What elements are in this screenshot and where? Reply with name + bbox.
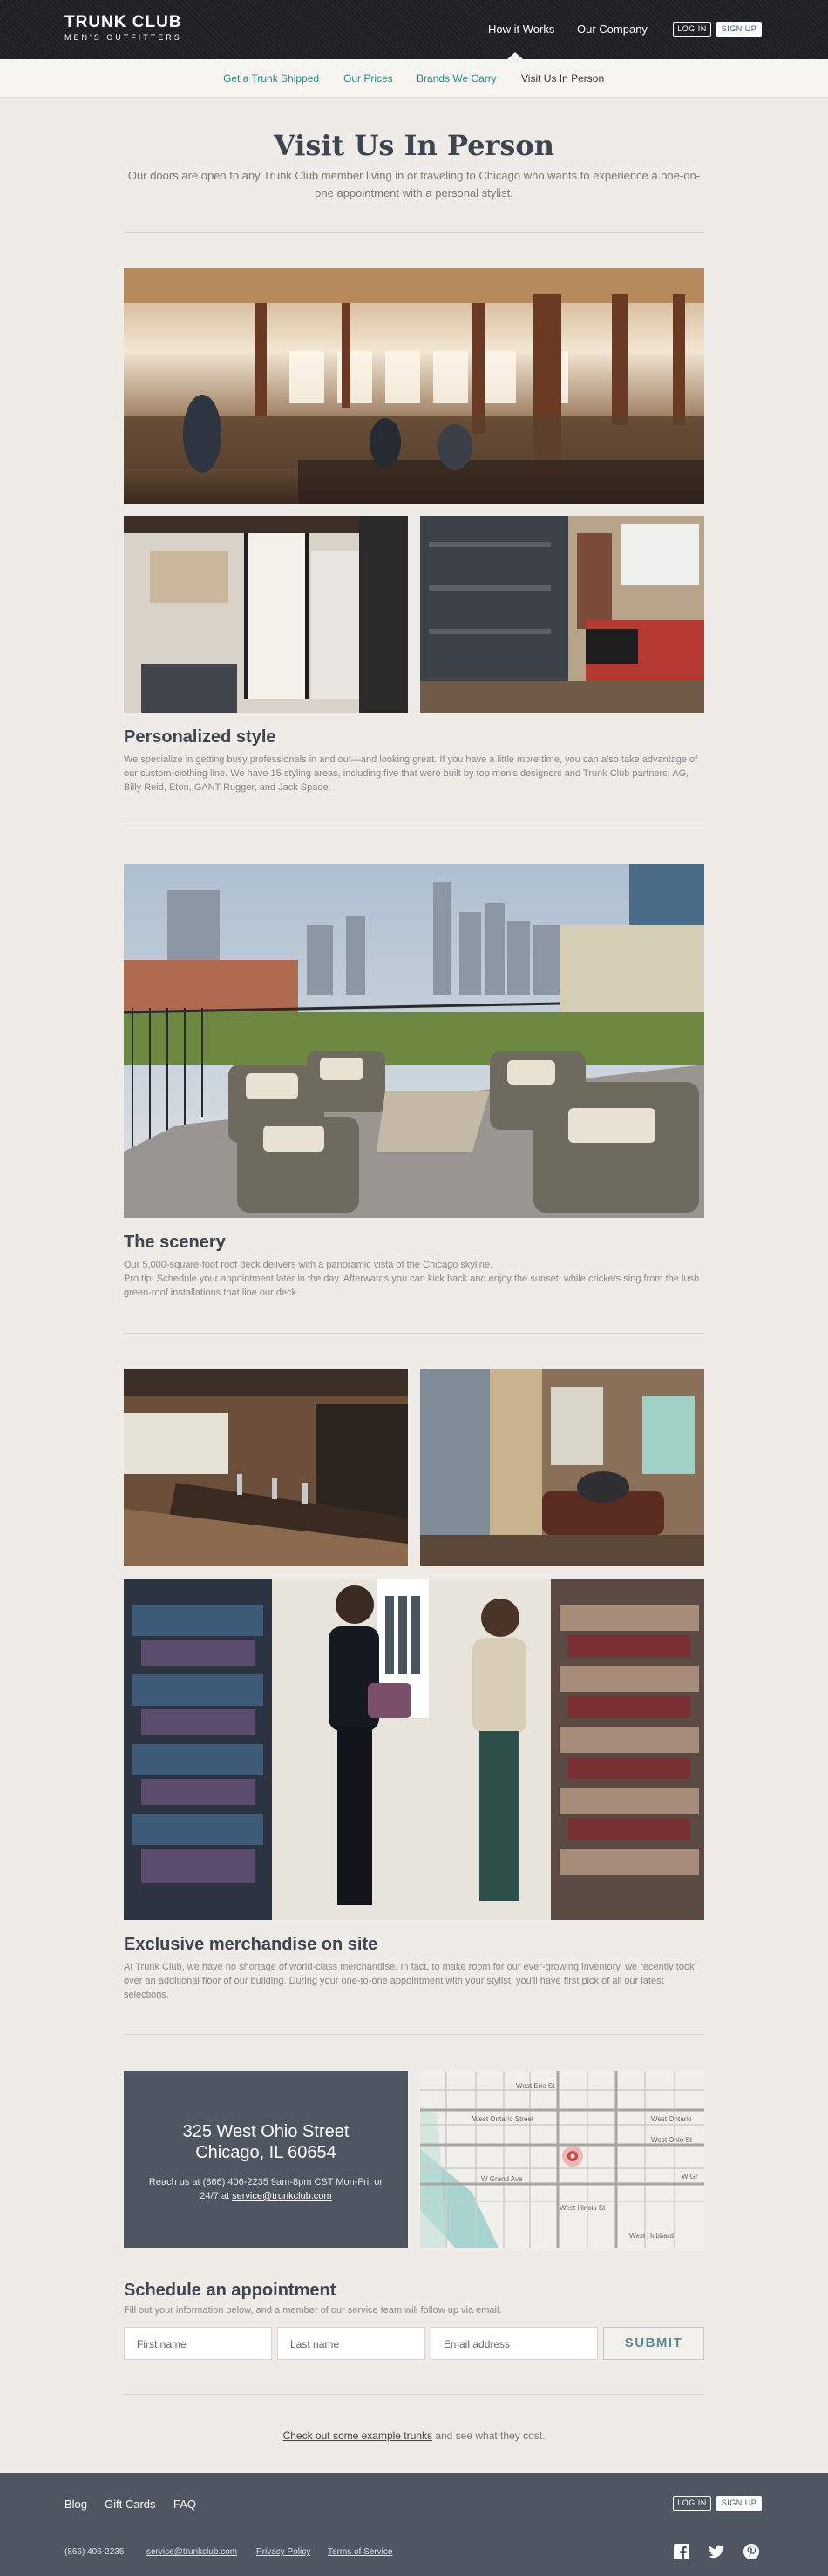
map-label-grand: W Grand Ave xyxy=(481,2175,523,2183)
address-street: 325 West Ohio Street xyxy=(182,2122,350,2141)
address-city: Chicago, IL 60654 xyxy=(195,2143,336,2162)
nav-our-company[interactable]: Our Company xyxy=(577,23,648,36)
login-button[interactable]: LOG IN xyxy=(673,22,711,37)
footer-privacy-link[interactable]: Privacy Policy xyxy=(256,2547,310,2557)
sub-navigation: Get a Trunk Shipped Our Prices Brands We… xyxy=(0,59,828,98)
facebook-icon[interactable] xyxy=(673,2543,690,2560)
first-name-field[interactable]: First name xyxy=(124,2327,272,2360)
footer-signup-button[interactable]: SIGN UP xyxy=(716,2496,762,2511)
first-name-placeholder: First name xyxy=(137,2338,187,2350)
example-trunks-text: Check out some example trunks and see wh… xyxy=(0,2430,828,2442)
subnav-brands[interactable]: Brands We Carry xyxy=(417,72,497,85)
bar-photo xyxy=(124,1369,408,1566)
office-floor-photo xyxy=(124,268,704,504)
map-label-ontario: West Ontario Street xyxy=(472,2115,534,2123)
map-pin-icon[interactable] xyxy=(562,2146,583,2167)
logo-sub-text: MEN'S OUTFITTERS xyxy=(64,33,182,42)
footer-gift-cards-link[interactable]: Gift Cards xyxy=(105,2498,156,2511)
section-heading-merchandise: Exclusive merchandise on site xyxy=(124,1935,378,1954)
example-trunks-link[interactable]: Check out some example trunks xyxy=(283,2430,432,2442)
twitter-icon[interactable] xyxy=(708,2543,725,2560)
subnav-get-trunk[interactable]: Get a Trunk Shipped xyxy=(223,72,319,85)
section-heading-personalized: Personalized style xyxy=(124,727,276,747)
trunk-club-logo[interactable]: TRUNK CLUB MEN'S OUTFITTERS xyxy=(64,13,182,43)
top-header: TRUNK CLUB MEN'S OUTFITTERS How it Works… xyxy=(0,0,828,59)
map-label-grand-east: W Gr xyxy=(682,2173,698,2180)
section-text-scenery-tip: Pro tip: Schedule your appointment later… xyxy=(124,1274,700,1298)
schedule-heading: Schedule an appointment xyxy=(124,2281,336,2300)
section-text-personalized: We specialize in getting busy profession… xyxy=(124,754,698,793)
pinterest-icon[interactable] xyxy=(743,2543,760,2560)
map-label-illinois: West Illinois St xyxy=(560,2204,606,2212)
signup-button[interactable]: SIGN UP xyxy=(716,22,762,37)
divider xyxy=(124,232,704,233)
email-field[interactable]: Email address xyxy=(431,2327,598,2360)
location-map[interactable]: West Erie St West Ontario Street West On… xyxy=(420,2071,704,2248)
nav-how-it-works[interactable]: How it Works xyxy=(488,23,554,59)
schedule-note: Fill out your information below, and a m… xyxy=(124,2305,502,2316)
roof-deck-photo xyxy=(124,864,704,1218)
lounge-seating-photo xyxy=(420,1369,704,1566)
map-label-ontario-east: West Ontario xyxy=(651,2115,692,2123)
map-label-hubbard: West Hubbard xyxy=(629,2232,674,2240)
example-trunks-rest: and see what they cost. xyxy=(432,2430,546,2442)
footer-email-link[interactable]: service@trunkclub.com xyxy=(146,2547,237,2557)
submit-button[interactable]: SUBMIT xyxy=(603,2327,704,2360)
last-name-field[interactable]: Last name xyxy=(277,2327,425,2360)
email-placeholder: Email address xyxy=(444,2338,511,2350)
subnav-our-prices[interactable]: Our Prices xyxy=(343,72,393,85)
footer-phone: (866) 406-2235 xyxy=(64,2547,125,2557)
page-title: Visit Us In Person xyxy=(274,129,554,162)
section-text-merchandise: At Trunk Club, we have no shortage of wo… xyxy=(124,1962,695,2000)
section-text-scenery: Our 5,000-square-foot roof deck delivers… xyxy=(124,1260,493,1270)
map-label-ohio: West Ohio St xyxy=(651,2136,693,2144)
divider xyxy=(124,2394,704,2395)
last-name-placeholder: Last name xyxy=(290,2338,340,2350)
section-heading-scenery: The scenery xyxy=(124,1233,226,1252)
divider xyxy=(124,2034,704,2035)
divider xyxy=(124,1333,704,1334)
subnav-visit-us[interactable]: Visit Us In Person xyxy=(521,72,604,85)
footer-blog-link[interactable]: Blog xyxy=(64,2498,87,2511)
footer: Blog Gift Cards FAQ LOG IN SIGN UP (866)… xyxy=(0,2473,828,2576)
footer-login-button[interactable]: LOG IN xyxy=(673,2496,711,2511)
contact-info: Reach us at (866) 406-2235 9am-8pm CST M… xyxy=(139,2175,392,2203)
lounge-photo xyxy=(420,516,704,713)
page-intro: Our doors are open to any Trunk Club mem… xyxy=(127,169,701,199)
merchandise-photo xyxy=(124,1579,704,1920)
footer-terms-link[interactable]: Terms of Service xyxy=(328,2547,392,2557)
styling-room-photo xyxy=(124,516,408,713)
service-email-link[interactable]: service@trunkclub.com xyxy=(232,2191,331,2201)
map-label-erie: West Erie St xyxy=(516,2082,555,2090)
address-card: 325 West Ohio Street Chicago, IL 60654 R… xyxy=(124,2071,408,2248)
logo-main-text: TRUNK CLUB xyxy=(64,13,182,31)
footer-faq-link[interactable]: FAQ xyxy=(173,2498,196,2511)
